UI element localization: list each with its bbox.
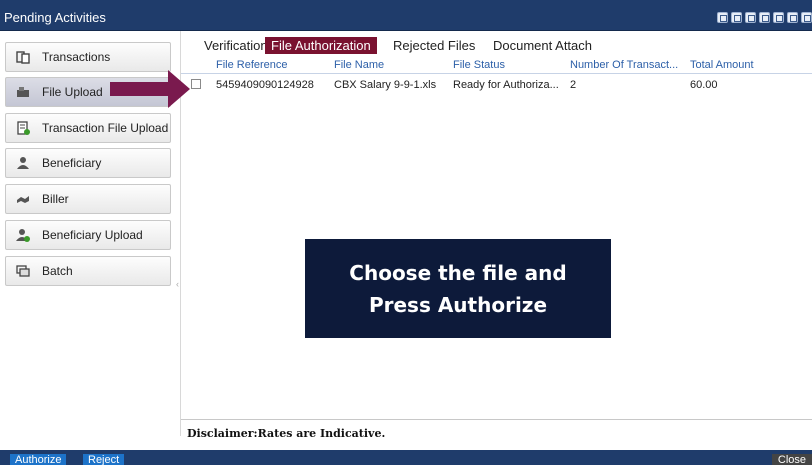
window-tool-icon[interactable]	[731, 12, 742, 23]
sidebar-item-beneficiary[interactable]: Beneficiary	[5, 148, 171, 178]
sidebar-item-batch[interactable]: Batch	[5, 256, 171, 286]
tab-verification[interactable]: Verification	[198, 37, 274, 54]
sidebar-item-label: Beneficiary Upload	[42, 228, 143, 242]
sidebar-item-transactions[interactable]: Transactions	[5, 42, 171, 72]
sidebar-item-label: Beneficiary	[42, 156, 102, 170]
window-tool-icon[interactable]	[759, 12, 770, 23]
sidebar-item-label: Transactions	[42, 50, 111, 64]
window-tool-icon[interactable]	[745, 12, 756, 23]
column-header[interactable]: Number Of Transact...	[570, 59, 678, 71]
file-status-cell: Ready for Authoriza...	[453, 79, 559, 91]
biller-icon	[16, 192, 30, 206]
callout-line: Choose the file and	[349, 260, 567, 285]
sidebar-item-biller[interactable]: Biller	[5, 184, 171, 214]
window-tool-icon[interactable]	[787, 12, 798, 23]
sidebar-item-label: Biller	[42, 192, 69, 206]
window-titlebar: Pending Activities	[0, 0, 812, 31]
instruction-callout: Choose the file and Press Authorize	[305, 239, 611, 338]
column-header[interactable]: File Status	[453, 59, 505, 71]
tab-bar: Verification File Authorization Rejected…	[181, 31, 812, 54]
disclaimer-text: Disclaimer:Rates are Indicative.	[187, 427, 386, 440]
beneficiary-icon	[16, 156, 30, 170]
batch-icon	[16, 264, 30, 278]
sidebar-item-beneficiary-upload[interactable]: Beneficiary Upload	[5, 220, 171, 250]
window-title: Pending Activities	[4, 10, 106, 25]
transaction-count-cell: 2	[570, 79, 577, 91]
divider	[181, 419, 812, 420]
file-reference-cell: 5459409090124928	[216, 79, 314, 91]
file-name-cell: CBX Salary 9-9-1.xls	[334, 79, 437, 91]
column-header[interactable]: Total Amount	[690, 59, 754, 71]
reject-button[interactable]: Reject	[83, 454, 125, 465]
grid-header: File Reference File Name File Status Num…	[181, 53, 812, 74]
authorize-button[interactable]: Authorize	[10, 454, 67, 465]
tab-document-attach[interactable]: Document Attach	[487, 37, 598, 54]
column-header[interactable]: File Name	[334, 59, 384, 71]
sidebar-item-transaction-file-upload[interactable]: Transaction File Upload	[5, 113, 171, 143]
transactions-icon	[16, 50, 30, 64]
transaction-file-upload-icon	[16, 121, 30, 135]
column-header[interactable]: File Reference	[216, 59, 288, 71]
window-tool-icon[interactable]	[773, 12, 784, 23]
callout-line: Press Authorize	[368, 292, 548, 317]
sidebar-item-label: File Upload	[42, 85, 103, 99]
table-row[interactable]: 5459409090124928 CBX Salary 9-9-1.xls Re…	[181, 74, 812, 95]
beneficiary-upload-icon	[16, 228, 30, 242]
pointer-arrow-icon	[110, 70, 190, 108]
window-tool-icon[interactable]	[801, 12, 812, 23]
file-upload-icon	[16, 85, 30, 99]
splitter-grip-icon[interactable]: ‹	[176, 279, 179, 289]
sidebar-item-label: Transaction File Upload	[42, 121, 169, 135]
titlebar-icons	[717, 12, 812, 23]
tab-file-authorization[interactable]: File Authorization	[265, 37, 377, 54]
window-tool-icon[interactable]	[717, 12, 728, 23]
tab-rejected-files[interactable]: Rejected Files	[387, 37, 481, 54]
total-amount-cell: 60.00	[690, 79, 718, 91]
close-button[interactable]: Close	[771, 454, 812, 465]
sidebar-item-label: Batch	[42, 264, 73, 278]
